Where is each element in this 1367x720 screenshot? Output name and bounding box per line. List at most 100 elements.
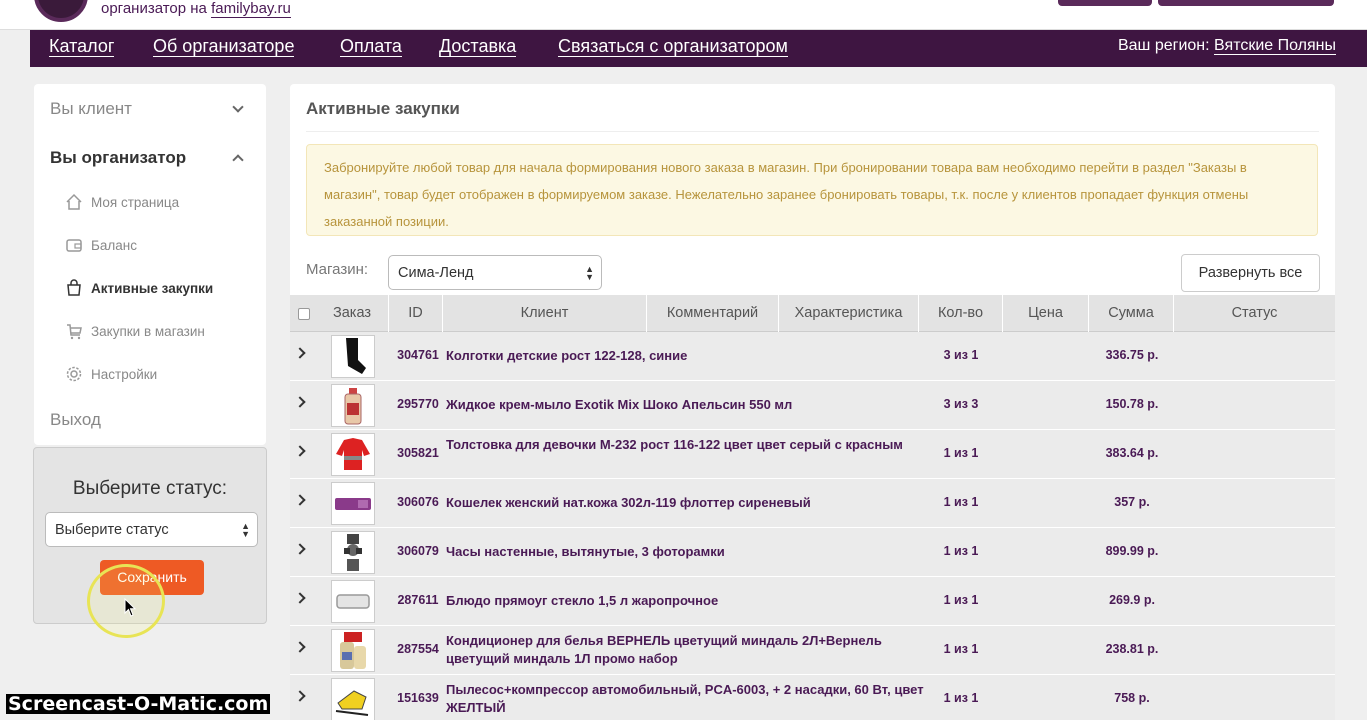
purchases-table: Заказ ID Клиент Комментарий Характеристи… xyxy=(290,295,1335,720)
gear-icon xyxy=(66,366,82,382)
col-quantity[interactable]: Кол-во xyxy=(919,295,1003,332)
nav-catalog[interactable]: Каталог xyxy=(49,36,115,57)
row-client[interactable]: Блюдо прямоуг стекло 1,5 л жаропрочное xyxy=(446,592,926,610)
divider xyxy=(306,131,1319,132)
row-id: 287611 xyxy=(397,593,439,607)
col-price[interactable]: Цена xyxy=(1003,295,1089,332)
expand-all-button[interactable]: Развернуть все xyxy=(1181,254,1320,292)
col-order[interactable]: Заказ xyxy=(316,295,389,332)
product-thumbnail[interactable] xyxy=(331,384,375,427)
table-row[interactable]: 287611 Блюдо прямоуг стекло 1,5 л жаропр… xyxy=(290,577,1335,626)
expand-row-arrow-icon[interactable] xyxy=(294,396,306,408)
row-client[interactable]: Кондиционер для белья ВЕРНЕЛЬ цветущий м… xyxy=(446,632,926,668)
row-quantity: 1 из 1 xyxy=(943,642,979,656)
nav-about-organizer[interactable]: Об организаторе xyxy=(153,36,295,57)
expand-row-arrow-icon[interactable] xyxy=(294,494,306,506)
sidebar-item-balance[interactable]: Баланс xyxy=(65,236,137,254)
row-sum: 269.9 р. xyxy=(1109,593,1155,607)
home-icon xyxy=(66,193,82,210)
region-link[interactable]: Вятские Поляны xyxy=(1214,37,1336,55)
col-characteristic[interactable]: Характеристика xyxy=(779,295,919,332)
select-all-checkbox[interactable] xyxy=(298,308,310,320)
expand-row-arrow-icon[interactable] xyxy=(294,543,306,555)
table-row[interactable]: 306076 Кошелек женский нат.кожа 302л-119… xyxy=(290,479,1335,528)
expand-row-arrow-icon[interactable] xyxy=(294,592,306,604)
row-quantity: 1 из 1 xyxy=(943,446,979,460)
sidebar-item-store-purchases[interactable]: Закупки в магазин xyxy=(65,322,205,340)
row-client[interactable]: Колготки детские рост 122-128, синие xyxy=(446,347,926,365)
shop-select-value: Сима-Ленд xyxy=(398,265,474,281)
shop-select[interactable]: Сима-Ленд ▲ ▼ xyxy=(388,255,602,290)
sidebar-item-settings[interactable]: Настройки xyxy=(65,365,157,383)
cart-icon xyxy=(67,324,82,340)
row-sum: 383.64 р. xyxy=(1105,446,1159,460)
sidebar: Вы клиент Вы организатор Моя страница Ба… xyxy=(34,84,266,445)
nav-payment[interactable]: Оплата xyxy=(340,36,402,57)
expand-row-arrow-icon[interactable] xyxy=(294,445,306,457)
info-alert: Забронируйте любой товар для начала форм… xyxy=(306,144,1318,236)
main-panel: Активные закупки Забронируйте любой това… xyxy=(290,84,1335,720)
sidebar-item-active-purchases[interactable]: Активные закупки xyxy=(65,279,213,297)
row-quantity: 1 из 1 xyxy=(943,495,979,509)
chevron-down-icon[interactable] xyxy=(232,101,244,113)
row-id: 305821 xyxy=(397,446,439,460)
col-sum[interactable]: Сумма xyxy=(1089,295,1174,332)
row-id: 306079 xyxy=(397,544,439,558)
row-client[interactable]: Пылесос+компрессор автомобильный, PCA-60… xyxy=(446,681,926,717)
row-quantity: 3 из 3 xyxy=(943,397,979,411)
product-thumbnail[interactable] xyxy=(331,335,375,378)
sidebar-item-my-page[interactable]: Моя страница xyxy=(65,193,179,211)
row-client[interactable]: Часы настенные, вытянутые, 3 фоторамки xyxy=(446,543,926,561)
mouse-pointer-icon xyxy=(124,598,137,617)
select-arrows-icon: ▲ ▼ xyxy=(585,264,594,282)
row-client[interactable]: Толстовка для девочки М-232 рост 116-122… xyxy=(446,436,926,454)
table-row[interactable]: 287554 Кондиционер для белья ВЕРНЕЛЬ цве… xyxy=(290,626,1335,675)
row-quantity: 1 из 1 xyxy=(943,691,979,705)
sidebar-item-label: Закупки в магазин xyxy=(91,323,205,339)
product-thumbnail[interactable] xyxy=(331,482,375,525)
expand-row-arrow-icon[interactable] xyxy=(294,690,306,702)
col-status[interactable]: Статус xyxy=(1174,295,1335,332)
sidebar-organizer-label: Вы организатор xyxy=(50,148,187,167)
product-thumbnail[interactable] xyxy=(331,678,375,720)
col-client[interactable]: Клиент xyxy=(443,295,647,332)
sidebar-item-label: Моя страница xyxy=(91,194,180,210)
row-sum: 238.81 р. xyxy=(1105,642,1159,656)
top-button-2[interactable] xyxy=(1158,0,1334,6)
row-client[interactable]: Кошелек женский нат.кожа 302л-119 флотте… xyxy=(446,494,926,512)
nav-contact-organizer[interactable]: Связаться с организатором xyxy=(558,36,788,57)
row-sum: 758 р. xyxy=(1114,691,1150,705)
select-arrows-icon: ▲ ▼ xyxy=(241,521,250,539)
status-select[interactable]: Выберите статус ▲ ▼ xyxy=(45,512,258,547)
product-thumbnail[interactable] xyxy=(331,531,375,574)
table-row[interactable]: 305821 Толстовка для девочки М-232 рост … xyxy=(290,430,1335,479)
top-button-1[interactable] xyxy=(1058,0,1152,6)
sidebar-logout[interactable]: Выход xyxy=(50,410,101,430)
screencast-watermark: Screencast-O-Matic.com xyxy=(6,693,271,715)
table-row[interactable]: 306079 Часы настенные, вытянутые, 3 фото… xyxy=(290,528,1335,577)
table-row[interactable]: 151639 Пылесос+компрессор автомобильный,… xyxy=(290,675,1335,720)
row-quantity: 1 из 1 xyxy=(943,544,979,558)
organizer-avatar[interactable] xyxy=(34,0,88,22)
sidebar-organizer[interactable]: Вы организатор xyxy=(50,148,186,168)
col-id[interactable]: ID xyxy=(389,295,443,332)
row-client[interactable]: Жидкое крем-мыло Exotik Mix Шоко Апельси… xyxy=(446,396,926,414)
sidebar-client[interactable]: Вы клиент xyxy=(50,99,132,119)
product-thumbnail[interactable] xyxy=(331,433,375,476)
expand-row-arrow-icon[interactable] xyxy=(294,347,306,359)
expand-row-arrow-icon[interactable] xyxy=(294,641,306,653)
product-thumbnail[interactable] xyxy=(331,629,375,672)
row-id: 287554 xyxy=(397,642,439,656)
region-selector: Ваш регион: Вятские Поляны xyxy=(1118,36,1336,56)
table-row[interactable]: 304761 Колготки детские рост 122-128, си… xyxy=(290,332,1335,381)
wallet-icon xyxy=(66,239,82,252)
table-row[interactable]: 295770 Жидкое крем-мыло Exotik Mix Шоко … xyxy=(290,381,1335,430)
sidebar-item-label: Настройки xyxy=(91,366,158,382)
product-thumbnail[interactable] xyxy=(331,580,375,623)
chevron-up-icon[interactable] xyxy=(232,154,244,166)
row-quantity: 3 из 1 xyxy=(943,348,979,362)
col-comment[interactable]: Комментарий xyxy=(647,295,779,332)
site-link[interactable]: familybay.ru xyxy=(211,0,291,18)
row-id: 306076 xyxy=(397,495,439,509)
nav-delivery[interactable]: Доставка xyxy=(439,36,517,57)
